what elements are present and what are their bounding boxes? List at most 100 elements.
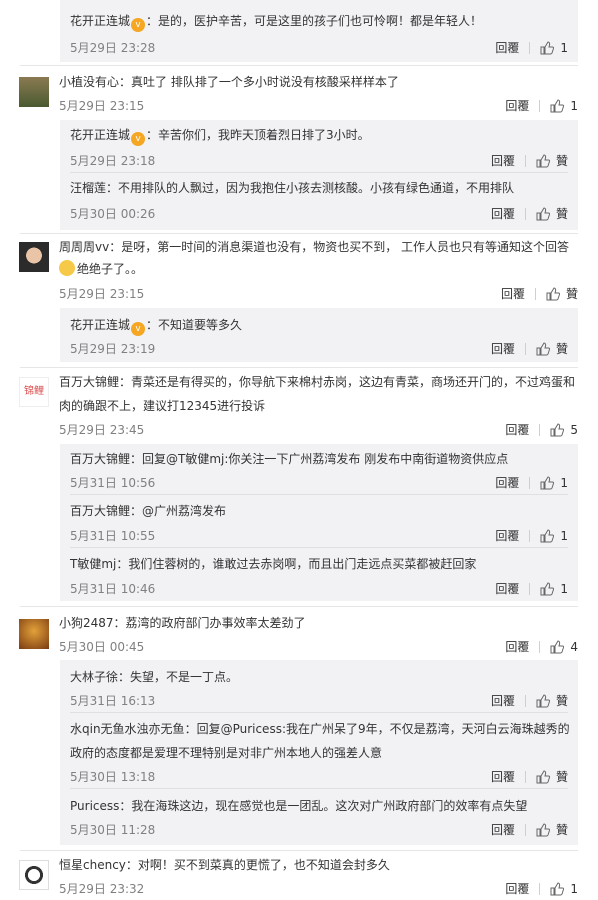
comment-actions: 回覆 1 [505, 880, 578, 897]
reply-actions: 回覆 1 [495, 527, 568, 544]
timestamp: 5月30日 13:18 [70, 770, 156, 784]
username[interactable]: Puricess [70, 799, 119, 813]
reply-box: 百万大锦鲤：回复@T敏健mj:你关注一下广州荔湾发布 刚发布中南街道物资供应点 … [60, 444, 578, 601]
reply-button[interactable]: 回覆 [505, 638, 529, 655]
divider [20, 606, 578, 607]
reply-button[interactable]: 回覆 [491, 205, 515, 222]
thumbs-up-icon [536, 822, 550, 836]
reply-text: 百万大锦鲤：@广州荔湾发布 [70, 504, 227, 518]
like-button[interactable]: 贊 [536, 152, 568, 169]
timestamp: 5月29日 23:15 [59, 99, 145, 113]
divider [70, 494, 568, 495]
like-button[interactable]: 1 [540, 476, 568, 490]
reply-text: Puricess：我在海珠这边，现在感觉也是一团乱。这次对广州政府部门的效率有点… [70, 799, 528, 813]
speechless-emoji-icon [59, 260, 75, 276]
timestamp: 5月31日 10:55 [70, 529, 156, 543]
reply-text: 大林子徐：失望，不是一丁点。 [70, 670, 239, 684]
timestamp: 5月29日 23:18 [70, 154, 156, 168]
divider [70, 172, 568, 173]
avatar[interactable]: 锦鲤 [19, 377, 49, 407]
thumbs-up-icon [550, 639, 565, 653]
timestamp: 5月29日 23:15 [59, 287, 145, 301]
reply-box: 花开正连城 v ：辛苦你们，我昨天顶着烈日排了3小时。 5月29日 23:18 回覆… [60, 120, 578, 230]
vip-badge-icon: v [131, 18, 146, 32]
reply-text: 水qin无鱼水浊亦无鱼：回复@Puricess:我在广州呆了9年，不仅是荔湾，天… [70, 722, 570, 736]
username[interactable]: 大林子徐 [70, 670, 118, 684]
username[interactable]: 汪榴莲 [70, 181, 106, 195]
username[interactable]: 周周周vv [59, 240, 109, 254]
avatar[interactable] [19, 860, 49, 890]
reply-button[interactable]: 回覆 [491, 152, 515, 169]
thumbs-up-icon [546, 286, 560, 300]
thumbs-up-icon [550, 881, 565, 895]
like-button[interactable]: 贊 [546, 285, 578, 302]
timestamp: 5月29日 23:28 [70, 41, 156, 55]
comment-text: 周周周vv：是呀，第一时间的消息渠道也没有，物资也买不到， 工作人员也只有等通知… [59, 240, 570, 254]
avatar[interactable] [19, 619, 49, 649]
username[interactable]: 百万大锦鲤 [70, 504, 130, 518]
avatar[interactable] [19, 77, 49, 107]
reply-button[interactable]: 回覆 [501, 285, 525, 302]
like-button[interactable]: 贊 [536, 692, 568, 709]
reply-button[interactable]: 回覆 [505, 880, 529, 897]
avatar[interactable] [19, 242, 49, 272]
comment-text: 小植没有心：真吐了 排队排了一个多小时说没有核酸采样样本了 [59, 75, 399, 89]
reply-text: 花开正连城 v ：辛苦你们，我昨天顶着烈日排了3小时。 [70, 128, 370, 146]
like-button[interactable]: 4 [550, 640, 578, 654]
reply-actions: 回覆 贊 [491, 152, 568, 169]
timestamp: 5月30日 00:45 [59, 640, 145, 654]
like-button[interactable]: 贊 [536, 340, 568, 357]
reply-button[interactable]: 回覆 [505, 97, 529, 114]
username[interactable]: 百万大锦鲤 [70, 452, 130, 466]
reply-button[interactable]: 回覆 [491, 340, 515, 357]
username[interactable]: 百万大锦鲤 [59, 375, 119, 389]
reply-text: 花开正连城 v ：不知道要等多久 [70, 318, 243, 336]
username[interactable]: 花开正连城 [70, 318, 130, 332]
comment-text: 小狗2487：荔湾的政府部门办事效率太差劲了 [59, 616, 306, 630]
like-button[interactable]: 1 [540, 582, 568, 596]
thumbs-up-icon [536, 693, 550, 707]
timestamp: 5月29日 23:45 [59, 423, 145, 437]
reply-text: 百万大锦鲤：回复@T敏健mj:你关注一下广州荔湾发布 刚发布中南街道物资供应点 [70, 452, 509, 466]
username[interactable]: 花开正连城 [70, 14, 130, 28]
reply-button[interactable]: 回覆 [491, 821, 515, 838]
comment-text: 恒星chency：对啊！买不到菜真的更慌了，也不知道会封多久 [59, 858, 390, 872]
like-button[interactable]: 贊 [536, 205, 568, 222]
thumbs-up-icon [536, 769, 550, 783]
reply-button[interactable]: 回覆 [495, 39, 519, 56]
username[interactable]: T敏健mj [70, 557, 116, 571]
reply-box: 花开正连城 v ：是的，医护辛苦，可是这里的孩子们也可怜啊！都是年轻人！ 5月29日… [60, 0, 578, 62]
like-button[interactable]: 1 [540, 529, 568, 543]
username[interactable]: 小狗2487 [59, 616, 114, 630]
reply-actions: 回覆 1 [495, 39, 568, 56]
timestamp: 5月30日 11:28 [70, 823, 156, 837]
reply-actions: 回覆 贊 [491, 692, 568, 709]
like-button[interactable]: 贊 [536, 821, 568, 838]
username[interactable]: 小植没有心 [59, 75, 119, 89]
like-button[interactable]: 1 [540, 41, 568, 55]
reply-button[interactable]: 回覆 [495, 474, 519, 491]
like-button[interactable]: 1 [550, 99, 578, 113]
timestamp: 5月29日 23:19 [70, 342, 156, 356]
reply-actions: 回覆 1 [495, 474, 568, 491]
thumbs-up-icon [540, 528, 555, 542]
reply-button[interactable]: 回覆 [495, 527, 519, 544]
reply-button[interactable]: 回覆 [491, 692, 515, 709]
divider [20, 367, 578, 368]
like-button[interactable]: 贊 [536, 768, 568, 785]
like-button[interactable]: 5 [550, 423, 578, 437]
username[interactable]: 恒星chency [59, 858, 126, 872]
reply-actions: 回覆 贊 [491, 768, 568, 785]
reply-actions: 回覆 贊 [491, 340, 568, 357]
reply-button[interactable]: 回覆 [495, 580, 519, 597]
username[interactable]: 水qin无鱼水浊亦无鱼 [70, 722, 185, 736]
reply-button[interactable]: 回覆 [505, 421, 529, 438]
timestamp: 5月31日 16:13 [70, 694, 156, 708]
reply-button[interactable]: 回覆 [491, 768, 515, 785]
timestamp: 5月31日 10:56 [70, 476, 156, 490]
comment-text-line2: 肉的确跟不上，建议打12345进行投诉 [59, 399, 266, 413]
username[interactable]: 花开正连城 [70, 128, 130, 142]
divider [70, 788, 568, 789]
like-button[interactable]: 1 [550, 882, 578, 896]
avatar-text: 锦鲤 [24, 386, 44, 397]
